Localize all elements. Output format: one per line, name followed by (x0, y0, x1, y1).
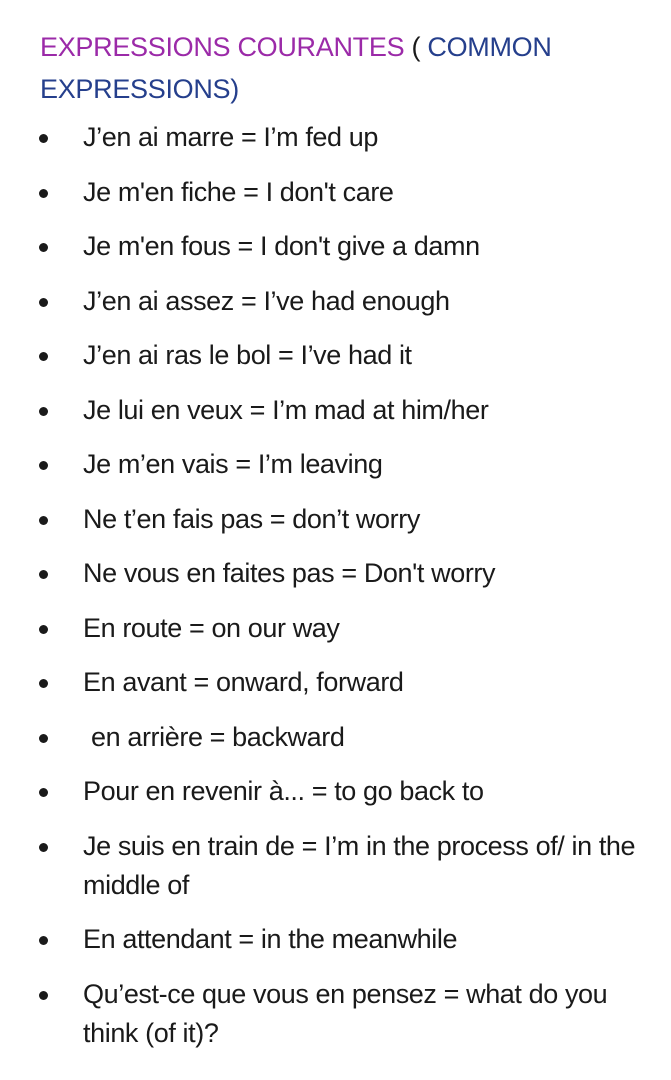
list-item: En avant = onward, forward (0, 663, 671, 702)
list-item: J’en ai marre = I’m fed up (0, 118, 671, 157)
bullet-icon (39, 936, 48, 945)
bullet-icon (39, 461, 48, 470)
bullet-icon (39, 842, 48, 852)
expression-text: En avant = onward, forward (83, 667, 404, 697)
list-item: J’en ai ras le bol = I’ve had it (0, 336, 671, 375)
bullet-icon (39, 134, 48, 143)
expression-text: en arrière = backward (91, 721, 345, 752)
expression-text: Ne t’en fais pas = don’t worry (83, 503, 420, 534)
expression-text: Ne vous en faites pas = Don't worry (83, 558, 496, 588)
expression-text: Je lui en veux = I’m mad at him/her (83, 394, 489, 425)
bullet-icon (39, 352, 48, 361)
expression-text: Qu’est-ce que vous en pensez = what do y… (83, 978, 608, 1048)
bullet-icon (39, 515, 48, 525)
title-french: EXPRESSIONS COURANTES (40, 32, 405, 62)
expressions-list: J’en ai marre = I’m fed up Je m'en fiche… (0, 118, 671, 1068)
expression-text: Pour en revenir à... = to go back to (83, 776, 484, 806)
list-item: Ne t’en fais pas = don’t worry (0, 500, 671, 539)
list-item: en arrière = backward (0, 718, 671, 757)
list-item: Je lui en veux = I’m mad at him/her (0, 391, 671, 430)
list-item: Ne vous en faites pas = Don't worry (0, 554, 671, 593)
title-separator: ( (404, 32, 428, 62)
list-item: Je m'en fiche = I don't care (0, 173, 671, 212)
list-item: Je m’en vais = I’m leaving (0, 445, 671, 484)
bullet-icon (39, 297, 48, 307)
page-title: EXPRESSIONS COURANTES ( COMMON EXPRESSIO… (40, 26, 640, 110)
list-item: Je suis en train de = I’m in the process… (0, 827, 671, 905)
list-item: Qu’est-ce que vous en pensez = what do y… (0, 975, 671, 1053)
expression-text: Je suis en train de = I’m in the process… (83, 830, 636, 900)
bullet-icon (39, 406, 48, 416)
list-item: J’en ai assez = I’ve had enough (0, 282, 671, 321)
bullet-icon (39, 733, 48, 743)
expression-text: J’en ai marre = I’m fed up (83, 122, 378, 152)
list-item: En route = on our way (0, 609, 671, 648)
expression-text: Je m'en fous = I don't give a damn (83, 231, 480, 261)
expression-text: J’en ai ras le bol = I’ve had it (83, 340, 412, 370)
expression-text: Je m’en vais = I’m leaving (83, 449, 383, 479)
bullet-icon (39, 243, 48, 252)
list-item: Pour en revenir à... = to go back to (0, 772, 671, 811)
expression-text: Je m'en fiche = I don't care (83, 176, 394, 207)
expression-text: J’en ai assez = I’ve had enough (83, 285, 450, 316)
bullet-icon (39, 990, 48, 1000)
bullet-icon (39, 624, 48, 634)
list-item: En attendant = in the meanwhile (0, 920, 671, 959)
expression-text: En attendant = in the meanwhile (83, 924, 458, 954)
bullet-icon (39, 679, 48, 688)
bullet-icon (39, 188, 48, 198)
list-item: Je m'en fous = I don't give a damn (0, 227, 671, 266)
expression-text: En route = on our way (83, 612, 340, 643)
bullet-icon (39, 788, 48, 797)
bullet-icon (39, 570, 48, 579)
